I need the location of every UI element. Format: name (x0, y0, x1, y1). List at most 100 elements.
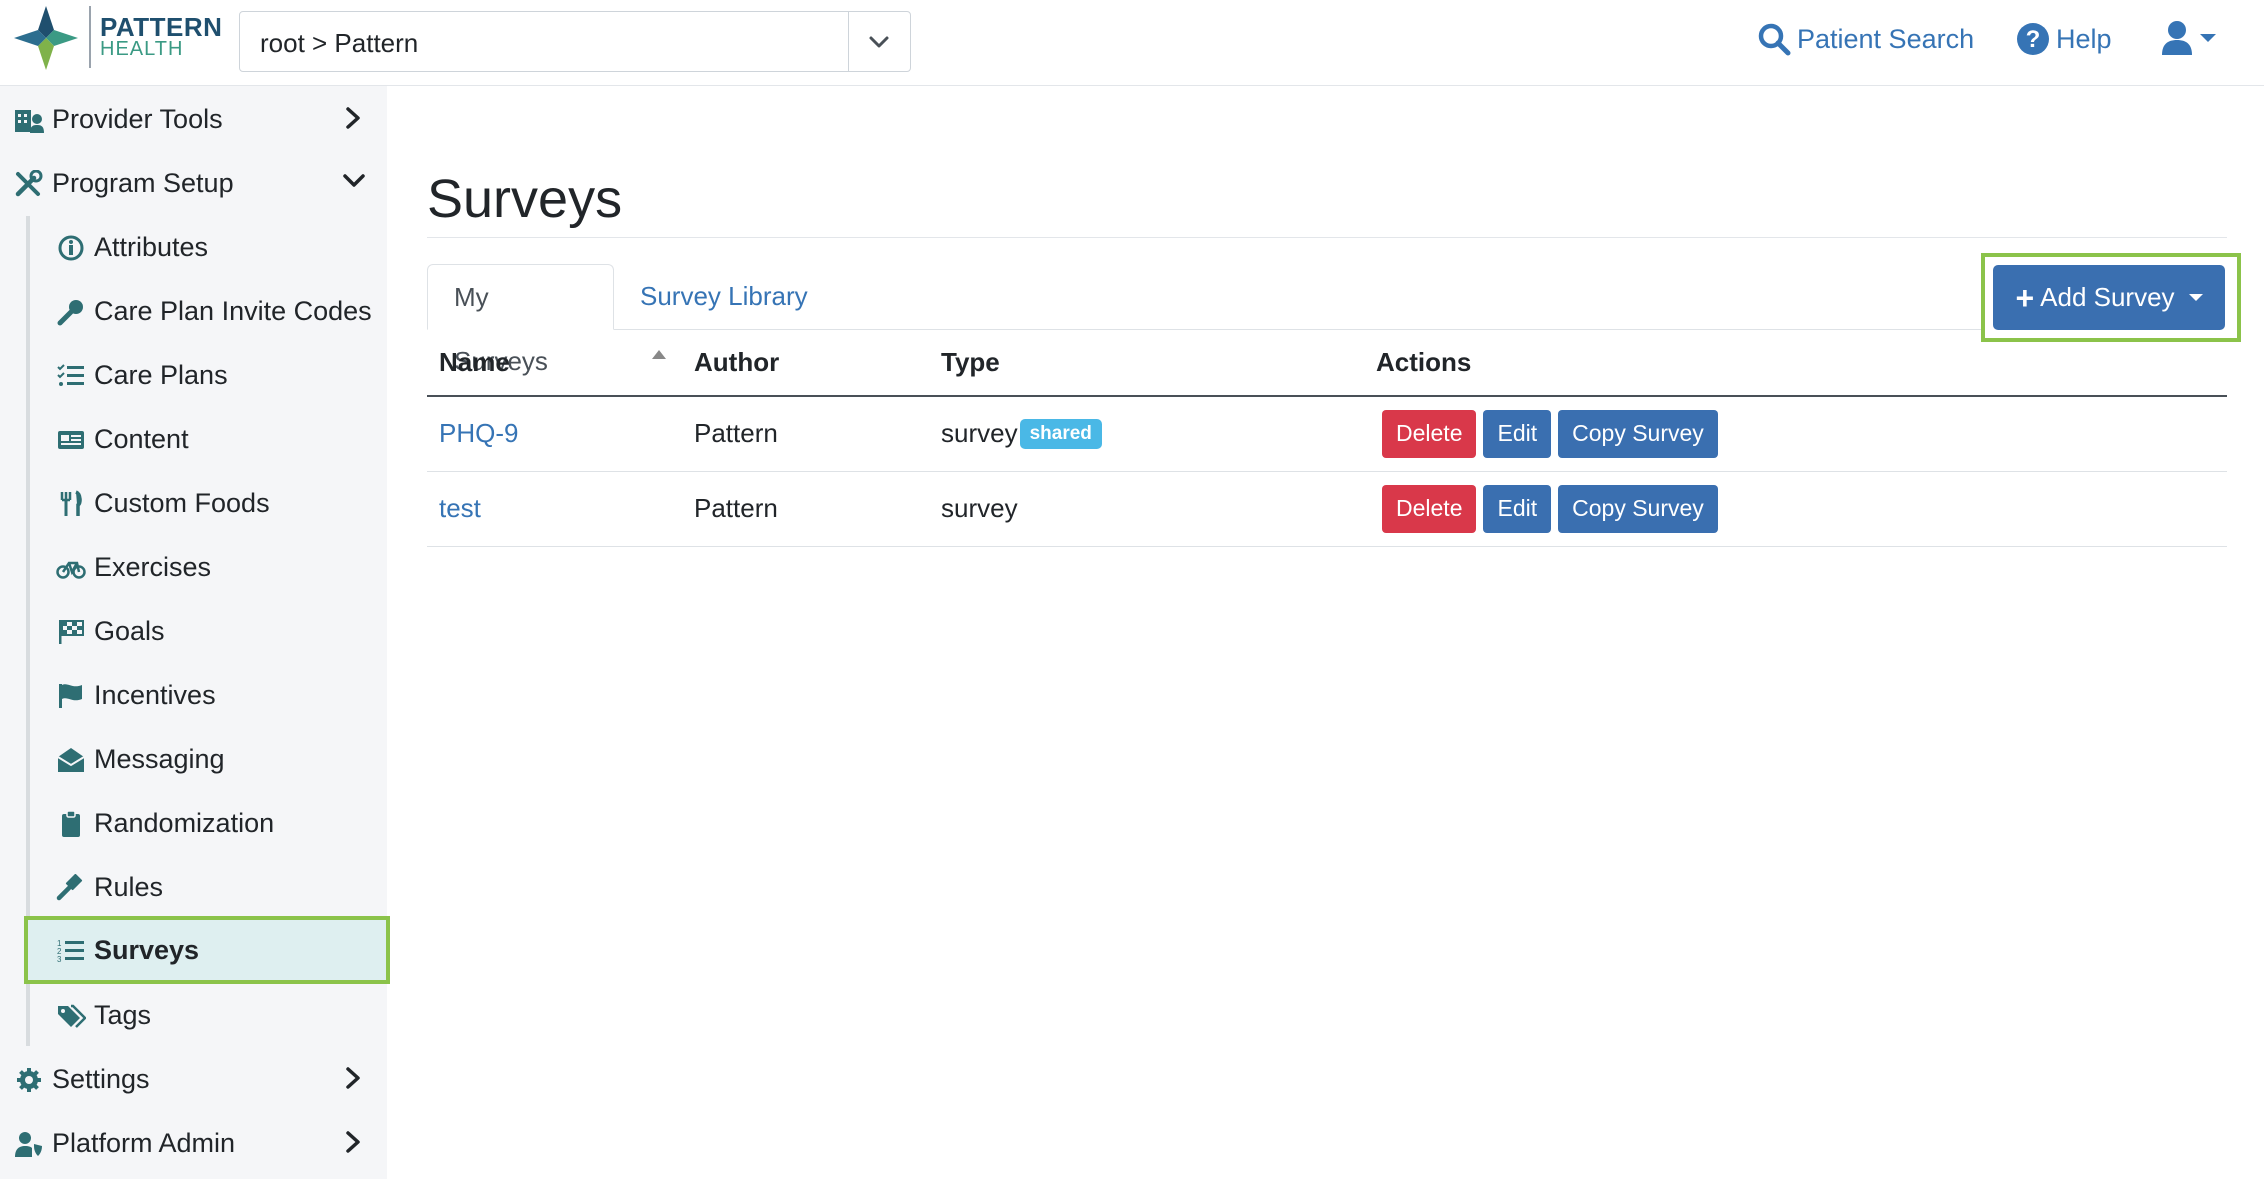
surveys-table: Name Author Type Actions PHQ-9 Pattern s… (427, 330, 2227, 547)
sidebar-item-label: Care Plans (94, 360, 228, 390)
sidebar-label-program-setup: Program Setup (52, 168, 234, 198)
tab-my-surveys[interactable]: My Surveys (427, 264, 614, 376)
row-actions: Delete Edit Copy Survey (1364, 396, 2227, 472)
patient-search-label: Patient Search (1797, 23, 1975, 54)
organization-select[interactable]: root > Pattern (239, 11, 911, 72)
caret-down-icon (2188, 294, 2203, 301)
sidebar-item-label: Tags (94, 1000, 152, 1030)
sidebar-item-label: Messaging (94, 744, 225, 774)
sidebar-label-provider-tools: Provider Tools (52, 104, 223, 134)
sidebar-item-care-plans[interactable]: Care Plans (26, 342, 386, 406)
copy-survey-button[interactable]: Copy Survey (1558, 409, 1718, 458)
sidebar-item-label: Incentives (94, 680, 216, 710)
column-header-name[interactable]: Name (427, 330, 682, 397)
table-header-row: Name Author Type Actions (427, 330, 2227, 397)
survey-author: Pattern (682, 396, 929, 472)
hospital-user-icon (15, 110, 44, 133)
list-ol-icon: 1 2 3 (57, 939, 84, 964)
newspaper-icon (58, 431, 84, 449)
checkered-flag-icon (59, 620, 84, 644)
sidebar-item-label: Exercises (94, 552, 212, 582)
tasks-icon (57, 364, 84, 386)
sidebar-item-label: Content (94, 424, 189, 454)
plus-icon: + (2015, 279, 2035, 316)
add-survey-label: Add Survey (2040, 282, 2175, 312)
survey-type-cell: survey (929, 471, 1364, 547)
sidebar-item-content[interactable]: Content (26, 406, 386, 470)
survey-author: Pattern (682, 471, 929, 547)
survey-type: survey (941, 418, 1018, 449)
organization-select-toggle[interactable] (848, 12, 910, 71)
bicycle-icon (56, 561, 86, 579)
sidebar-item-tags[interactable]: Tags (26, 982, 386, 1046)
envelope-open-icon (57, 748, 85, 772)
key-icon (57, 300, 83, 326)
delete-button[interactable]: Delete (1382, 409, 1477, 458)
chevron-down-icon (869, 36, 889, 48)
sort-ascending-icon (652, 350, 666, 359)
column-header-author[interactable]: Author (682, 330, 929, 397)
add-survey-button[interactable]: + Add Survey (1993, 265, 2225, 330)
main-content: Surveys My Surveys Survey Library + Add … (387, 86, 2264, 1179)
svg-text:3: 3 (57, 955, 62, 964)
sidebar-item-randomization[interactable]: Randomization (26, 790, 386, 854)
survey-type-cell: survey shared (929, 396, 1364, 472)
question-circle-icon: ? (2017, 23, 2049, 55)
sidebar-item-care-plan-invite-codes[interactable]: Care Plan Invite Codes (26, 278, 386, 342)
chevron-right-icon (346, 107, 360, 129)
edit-button[interactable]: Edit (1483, 484, 1552, 533)
add-survey-highlight: + Add Survey (1981, 253, 2241, 342)
user-menu[interactable] (2160, 20, 2216, 56)
sidebar-item-attributes[interactable]: Attributes (26, 214, 386, 278)
help-label: Help (2056, 23, 2112, 54)
sidebar-item-custom-foods[interactable]: Custom Foods (26, 470, 386, 534)
top-navbar: PATTERN HEALTH root > Pattern Patient Se… (0, 0, 2264, 86)
sidebar-item-settings[interactable]: Settings (0, 1046, 387, 1110)
sidebar-item-label: Attributes (94, 232, 209, 262)
sidebar-item-messaging[interactable]: Messaging (26, 726, 386, 790)
gear-icon (17, 1068, 41, 1092)
utensils-icon (60, 490, 82, 516)
column-header-type[interactable]: Type (929, 330, 1364, 397)
sidebar-item-goals[interactable]: Goals (26, 598, 386, 662)
sidebar-item-platform-admin[interactable]: Platform Admin (0, 1110, 387, 1174)
sidebar-item-label: Randomization (94, 808, 275, 838)
sidebar-item-provider-tools[interactable]: Provider Tools (0, 86, 387, 150)
sidebar-item-label: Goals (94, 616, 165, 646)
user-icon (2162, 21, 2192, 55)
help-link[interactable]: ? Help (2016, 22, 2112, 56)
table-row: PHQ-9 Pattern survey shared Delete Edit Cop… (427, 396, 2227, 472)
column-header-actions: Actions (1364, 330, 2227, 397)
tab-survey-library[interactable]: Survey Library (614, 264, 834, 330)
page-title: Surveys (427, 169, 623, 229)
tags-icon (58, 1004, 86, 1028)
survey-name-link[interactable]: PHQ-9 (439, 418, 518, 448)
svg-text:?: ? (2026, 26, 2041, 53)
gavel-icon (56, 874, 83, 901)
delete-button[interactable]: Delete (1382, 484, 1477, 533)
sidebar-item-surveys[interactable]: 1 2 3 Surveys (24, 916, 390, 984)
clipboard-icon (62, 810, 80, 837)
search-icon (1758, 23, 1791, 56)
sidebar: Provider Tools Program Setup Attributes … (0, 86, 390, 1179)
survey-name-link[interactable]: test (439, 493, 481, 523)
sidebar-item-label: Surveys (94, 935, 200, 965)
logo-divider (89, 6, 91, 68)
row-actions: Delete Edit Copy Survey (1364, 471, 2227, 547)
sidebar-item-exercises[interactable]: Exercises (26, 534, 386, 598)
edit-button[interactable]: Edit (1483, 409, 1552, 458)
sidebar-item-incentives[interactable]: Incentives (26, 662, 386, 726)
patient-search-link[interactable]: Patient Search (1757, 22, 1974, 56)
pattern-health-logo[interactable] (12, 4, 80, 72)
flag-icon (59, 684, 82, 708)
copy-survey-button[interactable]: Copy Survey (1558, 484, 1718, 533)
sidebar-item-rules[interactable]: Rules (26, 854, 386, 918)
sidebar-item-program-setup[interactable]: Program Setup (0, 150, 387, 214)
sidebar-item-label: Custom Foods (94, 488, 270, 518)
organization-select-value: root > Pattern (260, 28, 419, 58)
user-shield-icon (15, 1132, 42, 1157)
info-circle-icon (58, 235, 84, 261)
tools-icon (15, 170, 43, 197)
brand-subname: HEALTH (100, 38, 184, 60)
chevron-right-icon (346, 1131, 360, 1153)
